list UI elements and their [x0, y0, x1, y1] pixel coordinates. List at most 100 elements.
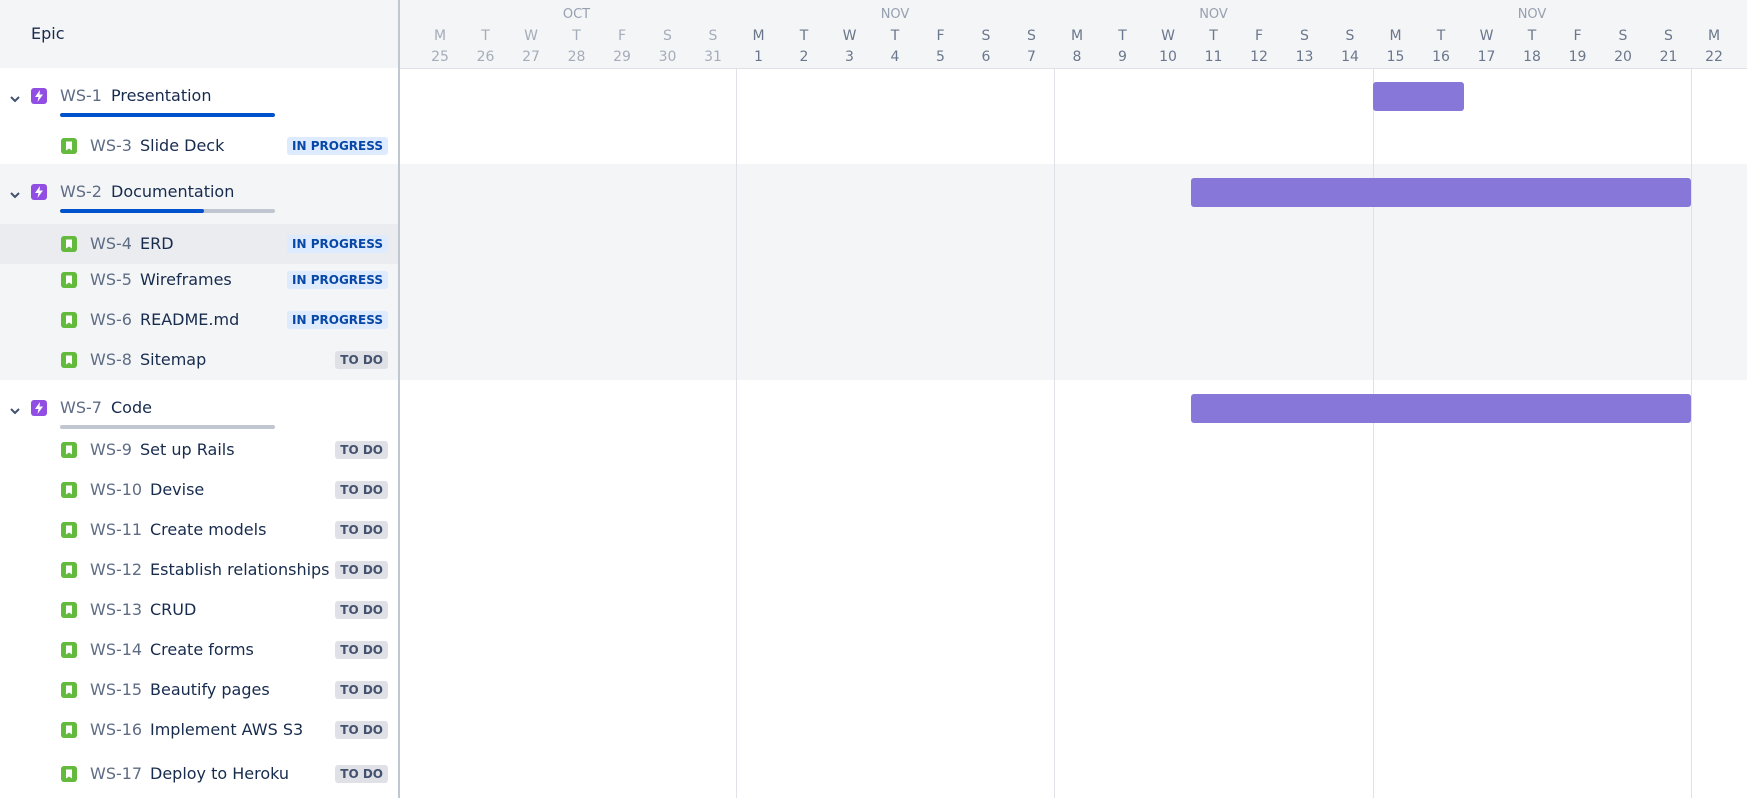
status-lozenge[interactable]: TO DO: [335, 561, 388, 579]
story-key[interactable]: WS-3: [90, 136, 132, 155]
day-number-label: 2: [799, 49, 809, 65]
day-number-label: 5: [936, 49, 945, 65]
day-number-label: 19: [1568, 49, 1587, 65]
status-lozenge[interactable]: IN PROGRESS: [287, 235, 388, 253]
weekday-label: T: [1209, 28, 1218, 44]
epic-progress-fill: [60, 209, 205, 213]
day-number-label: 31: [704, 49, 722, 65]
story-key[interactable]: WS-9: [90, 440, 132, 459]
chevron-down-icon[interactable]: [9, 90, 21, 103]
story-key[interactable]: WS-5: [90, 270, 132, 289]
story-row[interactable]: WS-16 Implement AWS S3 TO DO: [0, 710, 398, 750]
status-lozenge[interactable]: TO DO: [335, 441, 388, 459]
story-row[interactable]: WS-17 Deploy to Heroku TO DO: [0, 750, 398, 798]
story-summary[interactable]: Deploy to Heroku: [150, 764, 289, 783]
story-row[interactable]: WS-5 Wireframes IN PROGRESS: [0, 260, 398, 300]
epic-row[interactable]: WS-2 Documentation: [0, 164, 398, 224]
weekday-label: S: [708, 28, 718, 44]
epic-timeline-bar[interactable]: [1372, 82, 1464, 111]
story-key[interactable]: WS-8: [90, 350, 132, 369]
pane-resize-handle[interactable]: [398, 0, 400, 798]
epic-key[interactable]: WS-1: [60, 86, 102, 105]
story-key[interactable]: WS-6: [90, 310, 132, 329]
story-summary[interactable]: Establish relationships: [150, 560, 330, 579]
story-key[interactable]: WS-15: [90, 680, 142, 699]
story-summary[interactable]: Wireframes: [140, 270, 232, 289]
status-lozenge[interactable]: TO DO: [335, 521, 388, 539]
epic-timeline-bar[interactable]: [1190, 394, 1692, 423]
story-key[interactable]: WS-10: [90, 480, 142, 499]
story-row[interactable]: WS-12 Establish relationships TO DO: [0, 550, 398, 590]
story-summary[interactable]: Beautify pages: [150, 680, 270, 699]
status-lozenge[interactable]: TO DO: [335, 351, 388, 369]
epic-summary[interactable]: Presentation: [111, 86, 211, 105]
epic-timeline-bar[interactable]: [1190, 178, 1692, 207]
story-key[interactable]: WS-11: [90, 520, 142, 539]
status-lozenge[interactable]: TO DO: [335, 481, 388, 499]
day-number-label: 18: [1523, 49, 1541, 65]
day-number-label: 25: [431, 49, 449, 65]
bookmark-icon: [61, 442, 77, 458]
weekday-label: W: [1161, 28, 1175, 44]
story-summary[interactable]: Slide Deck: [140, 136, 224, 155]
story-row[interactable]: WS-9 Set up Rails TO DO: [0, 430, 398, 470]
weekday-label: T: [1527, 28, 1537, 44]
story-row[interactable]: WS-15 Beautify pages TO DO: [0, 670, 398, 710]
epic-summary[interactable]: Documentation: [111, 182, 234, 201]
weekday-label: M: [433, 28, 447, 44]
story-key[interactable]: WS-4: [90, 234, 132, 253]
story-summary[interactable]: Sitemap: [140, 350, 206, 369]
story-row[interactable]: WS-6 README.md IN PROGRESS: [0, 300, 398, 340]
story-summary[interactable]: Set up Rails: [140, 440, 235, 459]
epic-key[interactable]: WS-7: [60, 398, 102, 417]
status-lozenge[interactable]: TO DO: [335, 601, 388, 619]
day-number-label: 9: [1118, 49, 1127, 65]
bookmark-icon: [61, 312, 77, 328]
weekday-label: W: [524, 28, 538, 44]
status-lozenge[interactable]: TO DO: [335, 765, 388, 783]
epic-list-pane: Epic WS-1 Presentation WS-3 Slide Deck IN PR…: [0, 0, 398, 798]
story-row[interactable]: WS-13 CRUD TO DO: [0, 590, 398, 630]
story-key[interactable]: WS-12: [90, 560, 142, 579]
epic-row[interactable]: WS-7 Code: [0, 380, 398, 430]
story-key[interactable]: WS-14: [90, 640, 142, 659]
day-number-label: 17: [1477, 49, 1496, 65]
weekday-label: W: [1479, 28, 1494, 44]
story-summary[interactable]: Implement AWS S3: [150, 720, 303, 739]
month-label: NOV: [880, 7, 910, 22]
status-lozenge[interactable]: TO DO: [335, 641, 388, 659]
story-row[interactable]: WS-14 Create forms TO DO: [0, 630, 398, 670]
status-lozenge[interactable]: IN PROGRESS: [287, 271, 388, 289]
story-row[interactable]: WS-3 Slide Deck IN PROGRESS: [0, 128, 398, 164]
day-number-label: 12: [1250, 49, 1268, 65]
story-summary[interactable]: Create models: [150, 520, 266, 539]
epic-key[interactable]: WS-2: [60, 182, 102, 201]
story-summary[interactable]: CRUD: [150, 600, 196, 619]
timeline-header: OCT NOV NOV NOV M 25 T 26 W 27 T 28 F 29 S 30 S 31 M 1 T 2 W 3 T…: [400, 0, 1747, 69]
story-row[interactable]: WS-8 Sitemap TO DO: [0, 340, 398, 380]
day-number-label: 26: [476, 49, 495, 65]
story-summary[interactable]: README.md: [140, 310, 239, 329]
day-number-label: 6: [981, 49, 991, 65]
status-lozenge[interactable]: IN PROGRESS: [287, 311, 388, 329]
bookmark-icon: [61, 562, 77, 578]
status-lozenge[interactable]: TO DO: [335, 721, 388, 739]
week-gridline: [1054, 0, 1056, 798]
story-key[interactable]: WS-13: [90, 600, 142, 619]
day-number-label: 15: [1386, 49, 1405, 65]
chevron-down-icon[interactable]: [9, 402, 21, 415]
chevron-down-icon[interactable]: [9, 186, 21, 199]
story-key[interactable]: WS-17: [90, 764, 142, 783]
story-row[interactable]: WS-4 ERD IN PROGRESS: [0, 224, 398, 264]
epic-row[interactable]: WS-1 Presentation: [0, 68, 398, 128]
epic-summary[interactable]: Code: [111, 398, 152, 417]
story-summary[interactable]: ERD: [140, 234, 174, 253]
status-lozenge[interactable]: TO DO: [335, 681, 388, 699]
weekday-label: M: [752, 28, 765, 44]
status-lozenge[interactable]: IN PROGRESS: [287, 137, 388, 155]
story-row[interactable]: WS-10 Devise TO DO: [0, 470, 398, 510]
story-key[interactable]: WS-16: [90, 720, 142, 739]
story-summary[interactable]: Create forms: [150, 640, 254, 659]
story-summary[interactable]: Devise: [150, 480, 204, 499]
story-row[interactable]: WS-11 Create models TO DO: [0, 510, 398, 550]
